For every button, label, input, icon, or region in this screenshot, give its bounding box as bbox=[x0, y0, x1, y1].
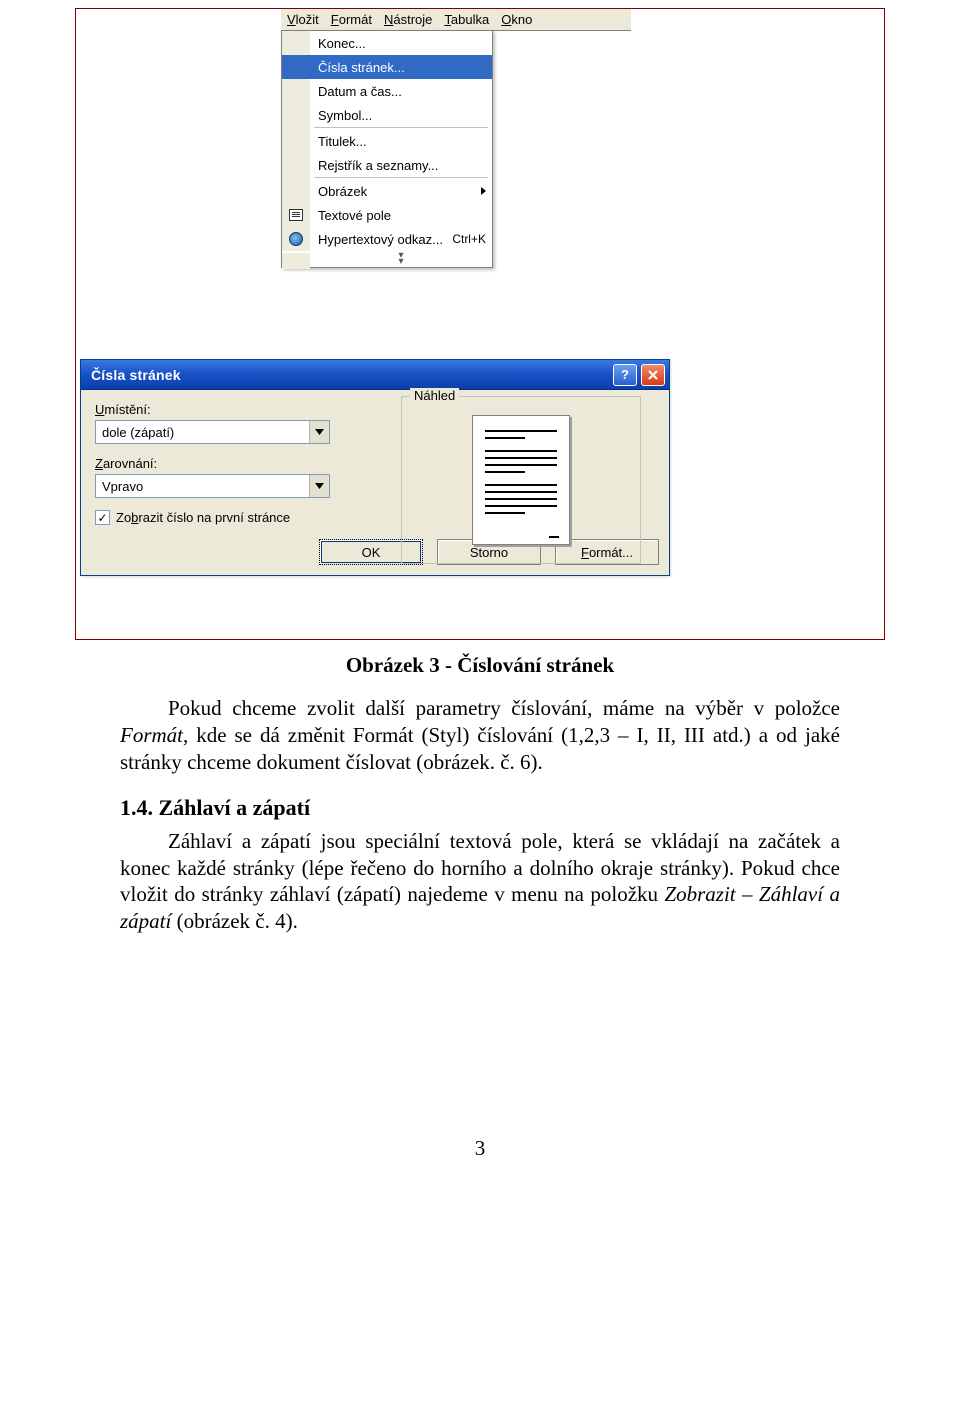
heading-1-4: 1.4. Záhlaví a zápatí bbox=[120, 794, 840, 822]
dialog-title: Čísla stránek bbox=[91, 367, 609, 383]
paragraph-2: Záhlaví a zápatí jsou speciální textová … bbox=[120, 828, 840, 936]
menu-format[interactable]: Formát bbox=[331, 12, 372, 27]
menu-nastroje[interactable]: Nástroje bbox=[384, 12, 432, 27]
combo-umisteni[interactable]: dole (zápatí) bbox=[95, 420, 330, 444]
checkbox-label: Zobrazit číslo na první stránce bbox=[116, 510, 290, 525]
dropdown-button-icon[interactable] bbox=[309, 421, 329, 443]
menu-okno[interactable]: Okno bbox=[501, 12, 532, 27]
page-numbers-dialog: Čísla stránek ? Umístění: dole (zápatí) … bbox=[80, 359, 670, 576]
dialog-titlebar: Čísla stránek ? bbox=[81, 360, 669, 390]
menu-item-titulek[interactable]: Titulek... bbox=[282, 129, 492, 153]
insert-menu-dropdown: Konec... Čísla stránek... Datum a čas...… bbox=[281, 30, 493, 268]
figure-caption: Obrázek 3 - Číslování stránek bbox=[120, 652, 840, 679]
menu-item-rejstrik[interactable]: Rejstřík a seznamy... bbox=[282, 153, 492, 177]
preview-fieldset: Náhled bbox=[401, 396, 641, 564]
label-zarovnani: Zarovnání: bbox=[95, 456, 365, 471]
paragraph-1: Pokud chceme zvolit další parametry čísl… bbox=[120, 695, 840, 776]
menu-item-obrazek[interactable]: Obrázek bbox=[282, 179, 492, 203]
menubar: Vložit Formát Nástroje Tabulka Okno bbox=[281, 9, 631, 31]
menu-screenshot: Vložit Formát Nástroje Tabulka Okno Kone… bbox=[281, 9, 631, 31]
document-body: Obrázek 3 - Číslování stránek Pokud chce… bbox=[120, 652, 840, 1162]
submenu-arrow-icon bbox=[481, 187, 486, 195]
menu-item-textove-pole[interactable]: Textové pole bbox=[282, 203, 492, 227]
textbox-icon bbox=[289, 209, 303, 221]
help-button[interactable]: ? bbox=[613, 364, 637, 386]
close-icon bbox=[647, 369, 659, 381]
menu-item-konec[interactable]: Konec... bbox=[282, 31, 492, 55]
dropdown-button-icon[interactable] bbox=[309, 475, 329, 497]
preview-legend: Náhled bbox=[410, 388, 459, 403]
menu-expand-chevrons[interactable]: ▾▾ bbox=[282, 251, 492, 267]
menu-item-cisla-stranek[interactable]: Čísla stránek... bbox=[282, 55, 492, 79]
combo-zarovnani[interactable]: Vpravo bbox=[95, 474, 330, 498]
menu-item-hyperlink[interactable]: Hypertextový odkaz... Ctrl+K bbox=[282, 227, 492, 251]
figure-frame: Vložit Formát Nástroje Tabulka Okno Kone… bbox=[75, 8, 885, 640]
menu-vlozit[interactable]: Vložit bbox=[287, 12, 319, 27]
label-umisteni: Umístění: bbox=[95, 402, 365, 417]
close-button[interactable] bbox=[641, 364, 665, 386]
page-number: 3 bbox=[120, 1135, 840, 1162]
preview-page-icon bbox=[472, 415, 570, 545]
checkbox-first-page[interactable]: ✓ bbox=[95, 510, 110, 525]
menu-tabulka[interactable]: Tabulka bbox=[444, 12, 489, 27]
menu-item-datum-cas[interactable]: Datum a čas... bbox=[282, 79, 492, 103]
menu-item-symbol[interactable]: Symbol... bbox=[282, 103, 492, 127]
globe-icon bbox=[289, 232, 303, 246]
